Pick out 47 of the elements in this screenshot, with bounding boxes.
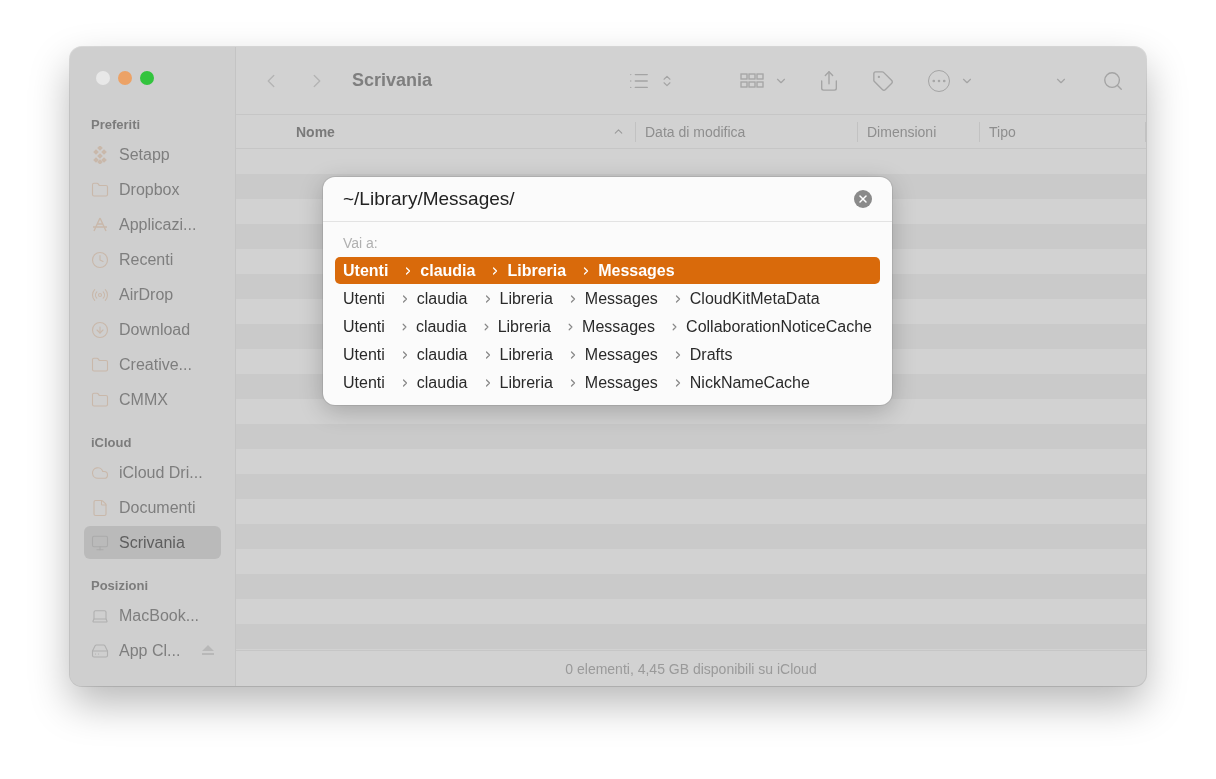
- sidebar-item[interactable]: CMMX: [84, 383, 221, 416]
- clock-icon: [91, 250, 109, 269]
- sidebar-item[interactable]: Dropbox: [84, 173, 221, 206]
- folder-icon: [91, 390, 109, 409]
- path-field[interactable]: ~/Library/Messages/: [343, 188, 854, 210]
- column-header[interactable]: Data di modifica: [636, 121, 858, 142]
- sidebar-heading: Posizioni: [90, 578, 150, 593]
- column-header[interactable]: Dimensioni: [858, 121, 980, 142]
- sidebar-item[interactable]: Scrivania: [84, 526, 221, 559]
- sidebar-item[interactable]: AirDrop: [84, 278, 221, 311]
- sidebar-item[interactable]: Applicazi...: [84, 208, 221, 241]
- sidebar-item[interactable]: Recenti: [84, 243, 221, 276]
- folder-icon: [91, 180, 109, 199]
- suggestion-row[interactable]: Utenti claudia Libreria Messages: [335, 257, 880, 284]
- close-button[interactable]: [96, 71, 110, 85]
- go-to-label: Vai a:: [342, 234, 379, 253]
- close-icon: [857, 193, 869, 205]
- sidebar-item[interactable]: App Cl...: [84, 634, 221, 667]
- applications-icon: [91, 215, 109, 234]
- suggestion-row[interactable]: Utenti claudia Libreria Messages CloudKitMetaData: [335, 285, 880, 312]
- download-icon: [91, 320, 109, 339]
- sidebar-item[interactable]: Setapp: [84, 138, 221, 171]
- suggestion-row[interactable]: Utenti claudia Libreria Messages NickNameCache: [335, 369, 880, 396]
- clear-button[interactable]: [854, 190, 872, 208]
- sidebar-heading: Preferiti: [90, 117, 142, 132]
- document-icon: [91, 498, 109, 517]
- drive-icon: [91, 641, 109, 660]
- folder-icon: [91, 355, 109, 374]
- status-bar: 0 elementi, 4,45 GB disponibili su iCloud: [236, 650, 1146, 686]
- window-title: Scrivania: [352, 70, 433, 91]
- tag-icon[interactable]: [872, 69, 894, 92]
- sidebar-item[interactable]: Documenti: [84, 491, 221, 524]
- sidebar-item[interactable]: MacBook...: [84, 599, 221, 632]
- setapp-icon: [91, 145, 109, 164]
- suggestion-row[interactable]: Utenti claudia Libreria Messages CollaborationNoticeCache: [335, 313, 880, 340]
- grid-view-icon[interactable]: [740, 71, 764, 90]
- search-icon[interactable]: [1102, 69, 1124, 92]
- sidebar-item[interactable]: Creative...: [84, 348, 221, 381]
- zoom-button[interactable]: [140, 71, 154, 85]
- minimize-button[interactable]: [118, 71, 132, 85]
- sidebar-heading: iCloud: [90, 435, 133, 450]
- suggestion-row[interactable]: Utenti claudia Libreria Messages Drafts: [335, 341, 880, 368]
- sidebar-item[interactable]: Download: [84, 313, 221, 346]
- share-icon[interactable]: [818, 69, 840, 92]
- column-header[interactable]: Tipo: [980, 121, 1146, 142]
- sidebar-item[interactable]: iCloud Dri...: [84, 456, 221, 489]
- column-header[interactable]: Nome: [236, 121, 636, 142]
